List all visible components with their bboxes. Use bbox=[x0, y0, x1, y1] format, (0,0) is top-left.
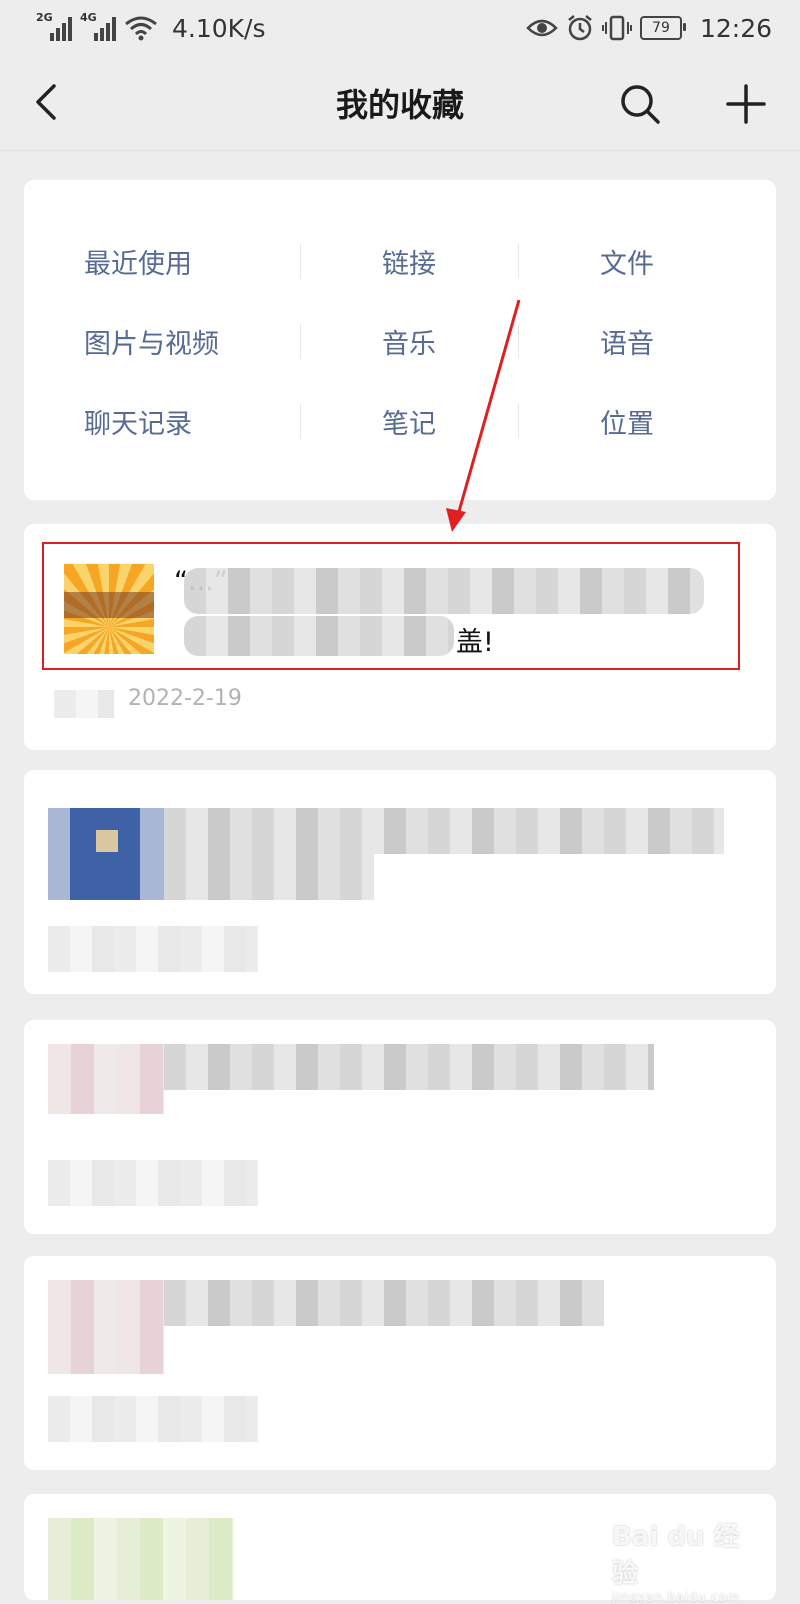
category-row-1: 最近使用 链接 文件 bbox=[24, 236, 776, 286]
category-files[interactable]: 文件 bbox=[518, 236, 736, 286]
favorite-item[interactable] bbox=[24, 1256, 776, 1470]
battery-icon: 79 bbox=[639, 16, 686, 40]
search-icon[interactable] bbox=[618, 82, 662, 126]
battery-level: 79 bbox=[652, 20, 670, 36]
watermark-site: jingyan.baidu.com bbox=[612, 1590, 740, 1604]
category-row-3: 聊天记录 笔记 位置 bbox=[24, 396, 776, 446]
status-right: 79 12:26 bbox=[526, 14, 772, 43]
favorite-date: 2022-2-19 bbox=[128, 686, 242, 711]
category-panel: 最近使用 链接 文件 图片与视频 音乐 语音 聊天记录 笔记 位置 bbox=[24, 180, 776, 500]
add-icon[interactable] bbox=[724, 82, 768, 126]
watermark-brand: Bai du 经验 bbox=[612, 1522, 740, 1589]
category-voice[interactable]: 语音 bbox=[518, 316, 736, 366]
clock: 12:26 bbox=[699, 13, 772, 43]
back-icon[interactable] bbox=[26, 80, 66, 124]
thumbnail-detail bbox=[96, 830, 118, 852]
nav-divider bbox=[0, 150, 800, 151]
blurred-source bbox=[48, 926, 258, 972]
status-left: 2G 4G 4.10K/s bbox=[36, 11, 266, 43]
category-links[interactable]: 链接 bbox=[300, 236, 518, 286]
blurred-source bbox=[48, 1160, 258, 1206]
page-title: 我的收藏 bbox=[335, 86, 464, 124]
blurred-title bbox=[164, 854, 374, 900]
blurred-title bbox=[164, 808, 724, 854]
watermark-logo: Bai du 经验 jingyan.baidu.com bbox=[612, 1516, 762, 1604]
favorite-item[interactable]: “...” 盖! 2022-2-19 bbox=[24, 524, 776, 750]
blurred-source bbox=[54, 690, 114, 718]
favorite-thumbnail bbox=[48, 1280, 164, 1374]
category-location[interactable]: 位置 bbox=[518, 396, 736, 446]
category-music[interactable]: 音乐 bbox=[300, 316, 518, 366]
category-photos-videos[interactable]: 图片与视频 bbox=[84, 316, 219, 366]
blurred-title bbox=[164, 1280, 604, 1326]
favorite-thumbnail bbox=[48, 808, 164, 900]
category-row-2: 图片与视频 音乐 语音 bbox=[24, 316, 776, 366]
category-recent[interactable]: 最近使用 bbox=[84, 236, 192, 286]
category-notes[interactable]: 笔记 bbox=[300, 396, 518, 446]
favorite-thumbnail bbox=[48, 1518, 234, 1600]
nav-bar: 我的收藏 bbox=[0, 58, 800, 148]
signal-4g-icon: 4G bbox=[80, 11, 116, 41]
alarm-icon bbox=[568, 15, 592, 41]
eye-icon bbox=[526, 19, 558, 37]
wifi-icon bbox=[125, 16, 157, 41]
blurred-title bbox=[164, 1044, 654, 1090]
blurred-source bbox=[48, 1396, 258, 1442]
favorite-item[interactable] bbox=[24, 770, 776, 994]
category-chat-history[interactable]: 聊天记录 bbox=[84, 396, 192, 446]
network-speed: 4.10K/s bbox=[172, 13, 266, 43]
favorite-item[interactable] bbox=[24, 1020, 776, 1234]
vibrate-icon bbox=[601, 15, 632, 41]
status-bar: 2G 4G 4.10K/s 79 12:26 bbox=[0, 0, 800, 56]
highlight-box bbox=[42, 542, 740, 670]
favorite-thumbnail bbox=[48, 1044, 164, 1114]
signal-2g-icon: 2G bbox=[36, 11, 72, 41]
